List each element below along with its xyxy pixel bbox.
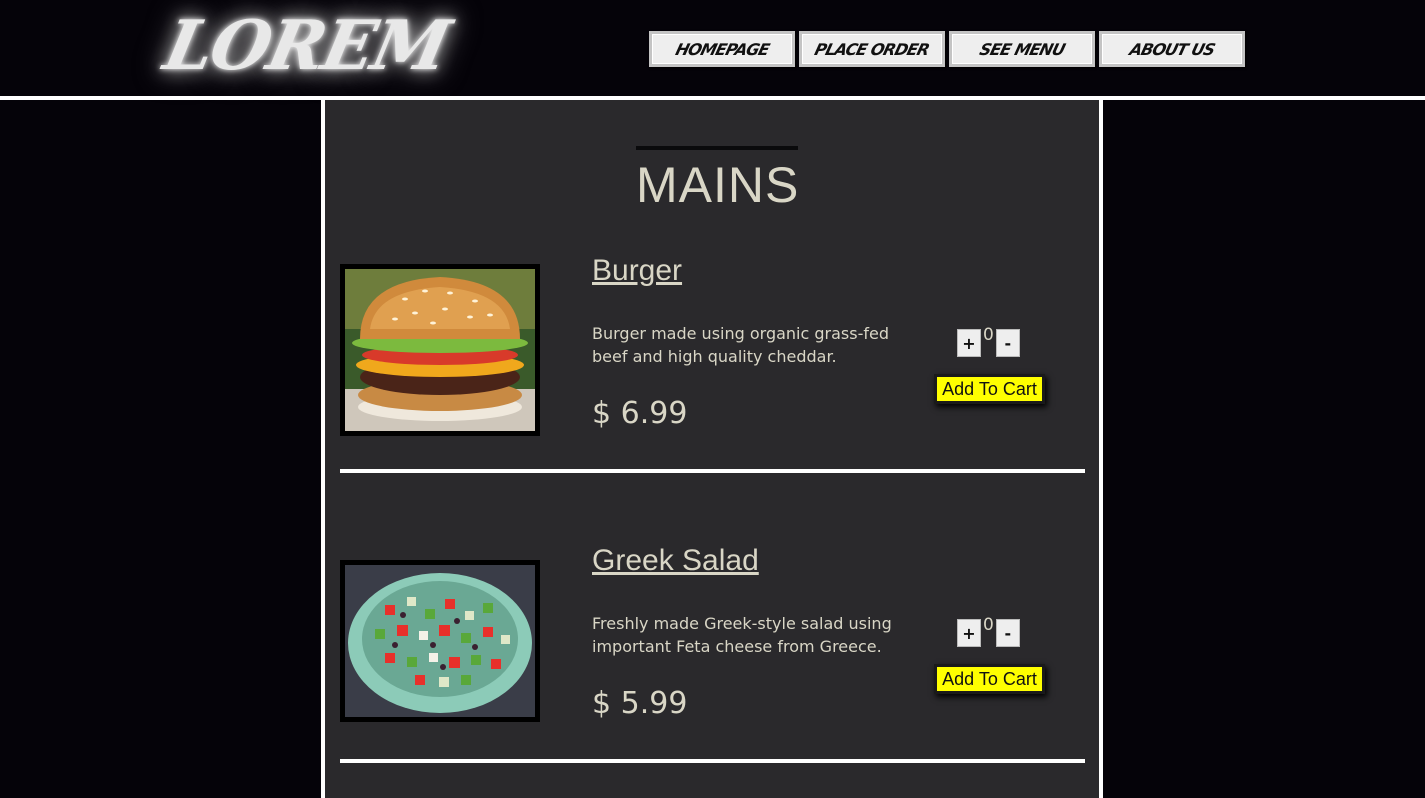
nav-label: ABOUT US xyxy=(1127,39,1217,59)
greek-salad-image xyxy=(340,560,540,722)
nav-label: PLACE ORDER xyxy=(812,39,932,59)
add-to-cart-button[interactable]: Add To Cart xyxy=(934,374,1045,404)
quantity-stepper: + 0 - xyxy=(957,615,1020,647)
nav-label: SEE MENU xyxy=(977,39,1067,59)
item-name-link[interactable]: Greek Salad xyxy=(592,544,759,578)
quantity-value: 0 xyxy=(983,325,994,345)
quantity-stepper: + 0 - xyxy=(957,325,1020,357)
burger-image xyxy=(340,264,540,436)
greek-salad-photo xyxy=(345,565,535,717)
nav-homepage-button[interactable]: HOMEPAGE xyxy=(649,31,795,67)
increment-button[interactable]: + xyxy=(957,329,981,357)
salad-illustration xyxy=(345,565,535,717)
increment-button[interactable]: + xyxy=(957,619,981,647)
nav-label: HOMEPAGE xyxy=(673,39,771,59)
menu-column: MAINS Burger Burger made using organic g… xyxy=(321,100,1103,798)
item-price: $ 6.99 xyxy=(592,396,688,431)
nav-place-order-button[interactable]: PLACE ORDER xyxy=(799,31,945,67)
site-header: LOREM HOMEPAGE PLACE ORDER SEE MENU ABOU… xyxy=(0,0,1425,96)
item-divider xyxy=(340,759,1085,763)
decrement-button[interactable]: - xyxy=(995,619,1020,647)
item-name-link[interactable]: Burger xyxy=(592,254,682,288)
item-price: $ 5.99 xyxy=(592,686,688,721)
decrement-button[interactable]: - xyxy=(995,329,1020,357)
main-nav: HOMEPAGE PLACE ORDER SEE MENU ABOUT US xyxy=(649,31,1245,67)
add-to-cart-button[interactable]: Add To Cart xyxy=(934,664,1045,694)
quantity-value: 0 xyxy=(983,615,994,635)
item-divider xyxy=(340,469,1085,473)
site-logo[interactable]: LOREM xyxy=(157,6,455,86)
nav-see-menu-button[interactable]: SEE MENU xyxy=(949,31,1095,67)
item-description: Freshly made Greek-style salad using imp… xyxy=(592,614,892,656)
burger-photo xyxy=(345,269,535,431)
nav-about-us-button[interactable]: ABOUT US xyxy=(1099,31,1245,67)
item-description: Burger made using organic grass-fed beef… xyxy=(592,324,889,366)
section-title: MAINS xyxy=(636,157,800,213)
burger-illustration xyxy=(345,269,535,431)
section-heading: MAINS xyxy=(636,146,798,210)
section-title-rule xyxy=(636,146,798,150)
